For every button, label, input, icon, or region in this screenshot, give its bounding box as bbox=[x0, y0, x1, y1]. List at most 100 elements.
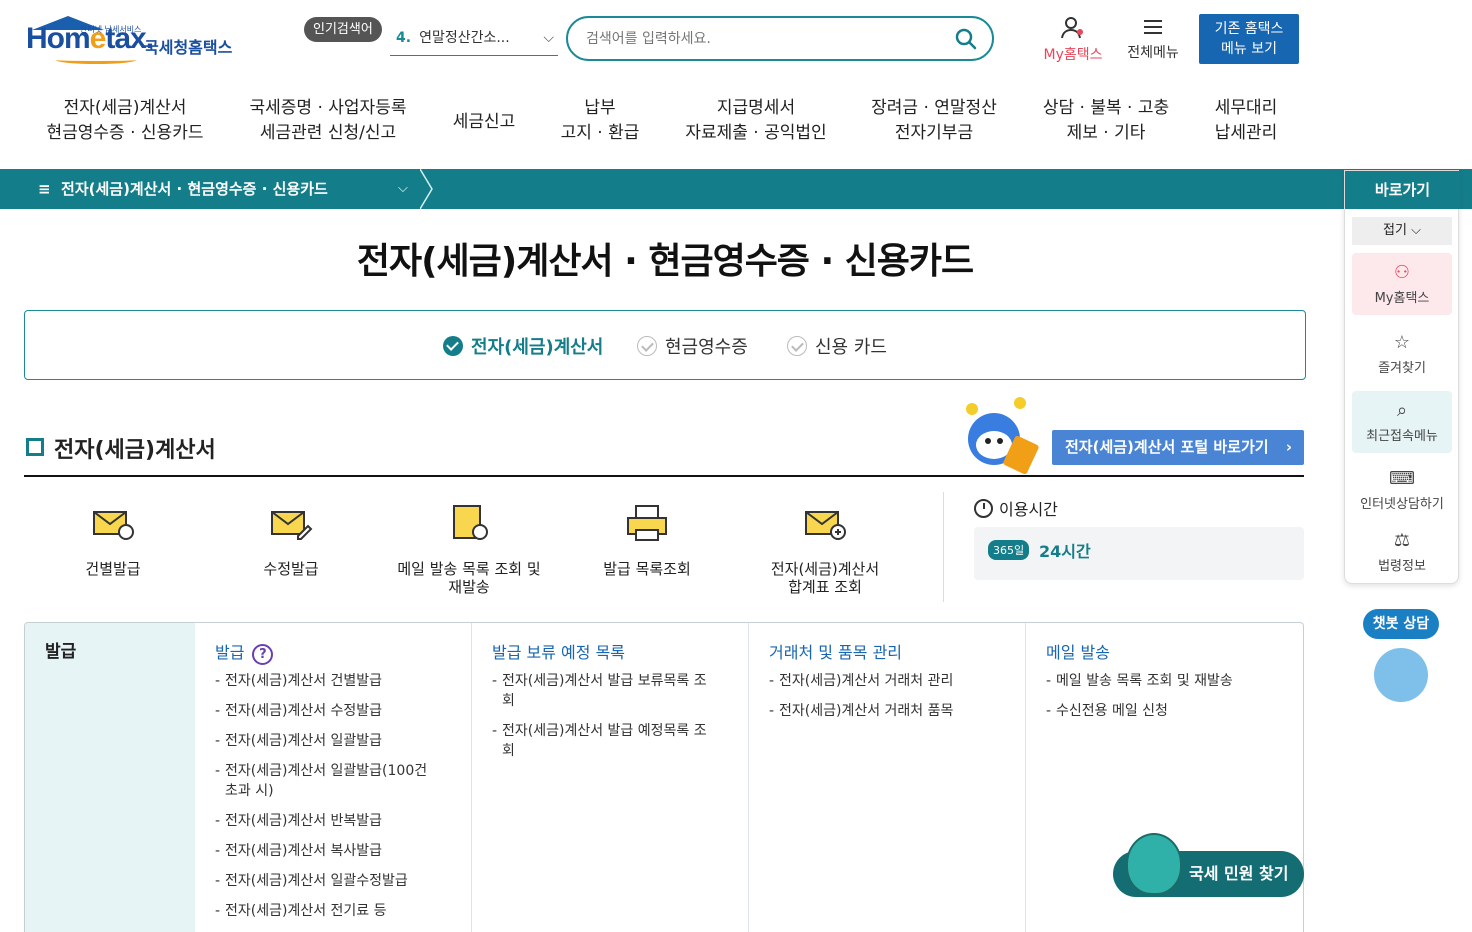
search-input[interactable] bbox=[586, 28, 936, 50]
location-bar: ≡ 전자(세금)계산서 · 현금영수증 · 신용카드 ⌵ bbox=[0, 169, 1472, 209]
menu-col-title[interactable]: 발급? bbox=[215, 639, 274, 665]
tab-cash-receipt[interactable]: 현금영수증 bbox=[637, 333, 748, 359]
gnb-item-payment[interactable]: 납부 고지 · 환급 bbox=[556, 96, 644, 146]
usage-time-value: 24시간 bbox=[1039, 542, 1091, 561]
etax-portal-button[interactable]: 전자(세금)계산서 포털 바로가기 › bbox=[1052, 430, 1304, 465]
gnb-item-statement[interactable]: 지급명세서 자료제출 · 공익법인 bbox=[680, 96, 832, 146]
envelope-plus-icon bbox=[805, 511, 846, 540]
clock-icon bbox=[974, 498, 993, 518]
global-nav: 전자(세금)계산서 현금영수증 · 신용카드 국세증명 · 사업자등록 세금관련 신… bbox=[0, 96, 1300, 156]
menu-link[interactable]: 전자(세금)계산서 반복발급 bbox=[215, 811, 451, 831]
menu-link[interactable]: 전자(세금)계산서 수정발급 bbox=[215, 701, 451, 721]
menu-col-title[interactable]: 발급 보류 예정 목록 bbox=[492, 639, 625, 663]
location-label: 전자(세금)계산서 · 현금영수증 · 신용카드 bbox=[61, 180, 328, 198]
quick-menu-panel: 바로가기 접기 ⌵ ⚇ My홈택스 ☆ 즐겨찾기 ⌕ 최근접속메뉴 ⌨ 인터넷상담하기 … bbox=[1344, 170, 1460, 584]
chevron-down-icon: ⌵ bbox=[543, 30, 554, 46]
section-bullet-icon bbox=[26, 438, 47, 457]
menu-col-hold: 발급 보류 예정 목록 전자(세금)계산서 발급 보류목록 조회 전자(세금)계… bbox=[472, 623, 749, 932]
recent-search-icon: ⌕ bbox=[1396, 400, 1408, 421]
menu-link[interactable]: 전자(세금)계산서 복사발급 bbox=[215, 841, 451, 861]
location-dropdown[interactable]: ≡ 전자(세금)계산서 · 현금영수증 · 신용카드 bbox=[38, 169, 328, 209]
breadcrumb-separator bbox=[420, 169, 433, 209]
section-divider bbox=[24, 475, 1304, 477]
chevron-down-icon[interactable]: ⌵ bbox=[398, 169, 408, 209]
search-box bbox=[566, 16, 994, 61]
quick-law-info[interactable]: ⚖ 법령정보 bbox=[1352, 521, 1452, 583]
menu-link[interactable]: 전자(세금)계산서 거래처 관리 bbox=[769, 671, 1005, 691]
gnb-item-tax-report[interactable]: 세금신고 bbox=[446, 110, 522, 135]
page-title: 전자(세금)계산서 · 현금영수증 · 신용카드 bbox=[356, 241, 974, 282]
printer-icon bbox=[627, 505, 667, 541]
popular-rank: 4. bbox=[396, 30, 412, 46]
usage-time-box: 365일 24시간 bbox=[974, 527, 1304, 580]
gnb-item-consult[interactable]: 상담 · 불복 · 고충 제보 · 기타 bbox=[1038, 96, 1174, 146]
chevron-right-icon: › bbox=[1285, 438, 1292, 456]
table-row-header: 발급 bbox=[25, 623, 195, 932]
menu-col-issue: 발급? 전자(세금)계산서 건별발급 전자(세금)계산서 수정발급 전자(세금)… bbox=[195, 623, 472, 932]
menu-link[interactable]: 전자(세금)계산서 발급 예정목록 조회 bbox=[492, 721, 708, 761]
hometax-logo[interactable]: 안터넷 납세서비스 Hometax. 국세청홈택스 bbox=[26, 14, 246, 68]
category-tabs: 전자(세금)계산서 현금영수증 신용 카드 bbox=[24, 310, 1306, 380]
menu-link[interactable]: 전자(세금)계산서 발급 보류목록 조회 bbox=[492, 671, 708, 711]
star-icon: ☆ bbox=[1393, 332, 1411, 353]
usage-time-title: 이용시간 bbox=[974, 496, 1058, 520]
menu-link[interactable]: 수신전용 메일 신청 bbox=[1046, 701, 1282, 721]
quick-favorites[interactable]: ☆ 즐겨찾기 bbox=[1352, 323, 1452, 385]
help-icon[interactable]: ? bbox=[252, 644, 274, 665]
quick-my-hometax[interactable]: ⚇ My홈택스 bbox=[1352, 253, 1452, 315]
hamburger-icon bbox=[1144, 20, 1162, 34]
menu-link[interactable]: 메일 발송 목록 조회 및 재발송 bbox=[1046, 671, 1282, 691]
menu-link[interactable]: 전자(세금)계산서 전기료 등 bbox=[215, 901, 451, 921]
logo-swoosh bbox=[56, 56, 136, 64]
check-circle-icon bbox=[443, 336, 463, 356]
section-title: 전자(세금)계산서 bbox=[54, 438, 216, 463]
old-btn-line2: 메뉴 보기 bbox=[1221, 41, 1277, 57]
chatbot-button[interactable]: 챗봇 상담 bbox=[1363, 609, 1439, 639]
quick-issue-modify[interactable]: 수정발급 bbox=[216, 500, 366, 578]
search-icon[interactable] bbox=[954, 27, 978, 51]
menu-link[interactable]: 전자(세금)계산서 거래처 품목 bbox=[769, 701, 1005, 721]
menu-link[interactable]: 전자(세금)계산서 일괄수정발급 bbox=[215, 871, 451, 891]
quick-menu-header: 바로가기 bbox=[1345, 171, 1460, 209]
popular-keyword: 연말정산간소... bbox=[419, 30, 510, 46]
gnb-item-agent[interactable]: 세무대리 납세관리 bbox=[1206, 96, 1286, 146]
my-hometax-button[interactable]: My홈택스 bbox=[1036, 16, 1110, 64]
user-icon: ⚇ bbox=[1393, 262, 1411, 283]
popular-search-dropdown[interactable]: 4. 연말정산간소... ⌵ bbox=[390, 24, 558, 56]
quick-issue-single[interactable]: 건별발급 bbox=[38, 500, 188, 578]
logo-korean-name: 국세청홈택스 bbox=[144, 38, 233, 57]
civil-mascot-icon bbox=[1126, 833, 1182, 895]
menu-col-title[interactable]: 거래처 및 품목 관리 bbox=[769, 639, 902, 663]
menu-col-title[interactable]: 메일 발송 bbox=[1046, 639, 1110, 663]
check-circle-icon bbox=[787, 336, 807, 356]
menu-col-client: 거래처 및 품목 관리 전자(세금)계산서 거래처 관리 전자(세금)계산서 거… bbox=[749, 623, 1026, 932]
menu-link[interactable]: 전자(세금)계산서 일괄발급(100건 초과 시) bbox=[215, 761, 435, 801]
365-badge: 365일 bbox=[988, 540, 1030, 560]
user-icon bbox=[1061, 17, 1083, 39]
logo-wordmark: Hometax. bbox=[26, 22, 154, 55]
menu-table: 발급 발급? 전자(세금)계산서 건별발급 전자(세금)계산서 수정발급 전자(… bbox=[24, 622, 1304, 932]
quick-internet-consult[interactable]: ⌨ 인터넷상담하기 bbox=[1352, 459, 1452, 521]
tab-etax[interactable]: 전자(세금)계산서 bbox=[443, 333, 603, 359]
gnb-item-certificate[interactable]: 국세증명 · 사업자등록 세금관련 신청/신고 bbox=[244, 96, 412, 146]
gavel-icon: ⚖ bbox=[1393, 530, 1411, 551]
fold-button[interactable]: 접기 ⌵ bbox=[1352, 217, 1452, 245]
my-hometax-label: My홈택스 bbox=[1043, 47, 1103, 63]
tab-credit-card[interactable]: 신용 카드 bbox=[787, 333, 887, 359]
gnb-item-yearend[interactable]: 장려금 · 연말정산 전자기부금 bbox=[866, 96, 1002, 146]
popular-search-badge: 인기검색어 bbox=[304, 17, 382, 42]
gnb-item-etax[interactable]: 전자(세금)계산서 현금영수증 · 신용카드 bbox=[46, 96, 204, 146]
chatbot-character-icon[interactable] bbox=[1374, 648, 1428, 702]
all-menu-button[interactable]: 전체메뉴 bbox=[1120, 16, 1186, 62]
vertical-divider bbox=[943, 492, 944, 602]
laptop-icon: ⌨ bbox=[1389, 468, 1415, 489]
old-hometax-menu-button[interactable]: 기존 홈택스 메뉴 보기 bbox=[1199, 14, 1299, 64]
menu-link[interactable]: 전자(세금)계산서 일괄발급 bbox=[215, 731, 451, 751]
quick-recent-menu[interactable]: ⌕ 최근접속메뉴 bbox=[1352, 391, 1452, 453]
menu-icon: ≡ bbox=[38, 180, 62, 198]
quick-summary-table[interactable]: 전자(세금)계산서 합계표 조회 bbox=[750, 500, 900, 596]
quick-mail-list[interactable]: 메일 발송 목록 조회 및 재발송 bbox=[394, 500, 544, 596]
envelope-edit-icon bbox=[271, 511, 313, 540]
quick-issue-list[interactable]: 발급 목록조회 bbox=[572, 500, 722, 578]
menu-link[interactable]: 전자(세금)계산서 건별발급 bbox=[215, 671, 451, 691]
